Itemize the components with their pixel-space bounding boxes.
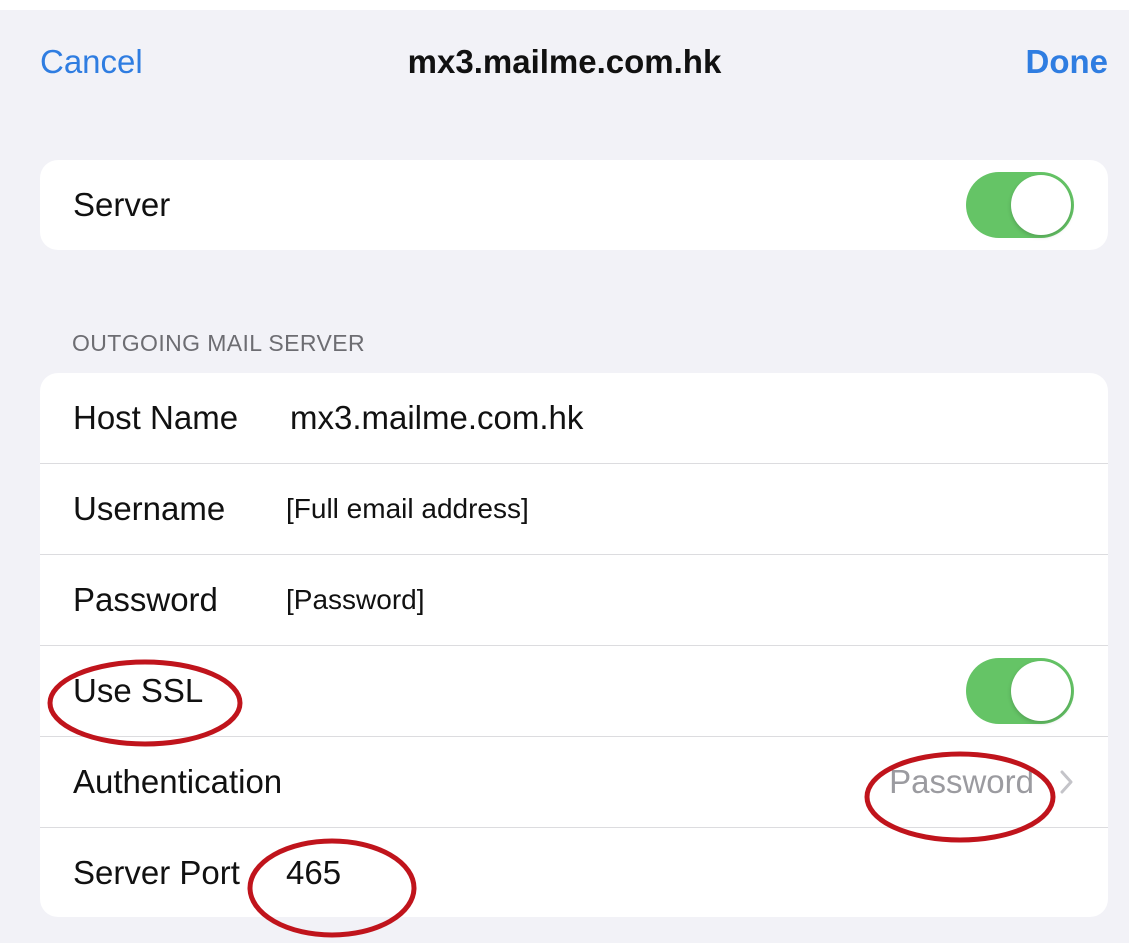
use-ssl-label: Use SSL — [73, 672, 204, 709]
host-name-row[interactable]: Host Name mx3.mailme.com.hk — [40, 373, 1108, 464]
server-row: Server — [40, 160, 1108, 250]
password-label: Password — [73, 581, 218, 618]
username-label: Username — [73, 490, 226, 527]
server-port-row[interactable]: Server Port 465 — [40, 828, 1108, 917]
authentication-value: Password — [889, 763, 1034, 800]
cancel-button[interactable]: Cancel — [40, 43, 143, 81]
use-ssl-row: Use SSL — [40, 646, 1108, 737]
server-port-label: Server Port — [73, 854, 240, 891]
done-button[interactable]: Done — [1026, 43, 1109, 81]
page-title: mx3.mailme.com.hk — [407, 43, 722, 80]
authentication-row[interactable]: Authentication Password — [40, 737, 1108, 828]
username-row[interactable]: Username [Full email address] — [40, 464, 1108, 555]
server-toggle-knob — [1011, 175, 1071, 235]
use-ssl-toggle[interactable] — [966, 658, 1074, 724]
server-port-field[interactable]: 465 — [286, 854, 341, 892]
host-name-field[interactable]: mx3.mailme.com.hk — [290, 399, 583, 437]
password-field[interactable]: [Password] — [286, 584, 425, 616]
navigation-bar: mx3.mailme.com.hk Cancel Done — [0, 10, 1129, 120]
server-group: Server — [40, 160, 1108, 250]
outgoing-mail-server-header: OUTGOING MAIL SERVER — [72, 330, 365, 356]
password-row[interactable]: Password [Password] — [40, 555, 1108, 646]
authentication-label: Authentication — [73, 763, 283, 800]
status-bar-strip — [0, 0, 1129, 10]
host-name-label: Host Name — [73, 399, 239, 436]
server-label: Server — [73, 186, 171, 223]
chevron-right-icon — [1060, 770, 1073, 794]
use-ssl-toggle-knob — [1011, 661, 1071, 721]
server-toggle[interactable] — [966, 172, 1074, 238]
bottom-background — [0, 917, 1129, 943]
username-field[interactable]: [Full email address] — [286, 493, 529, 525]
outgoing-mail-server-group: Host Name mx3.mailme.com.hk Username [Fu… — [40, 373, 1108, 917]
